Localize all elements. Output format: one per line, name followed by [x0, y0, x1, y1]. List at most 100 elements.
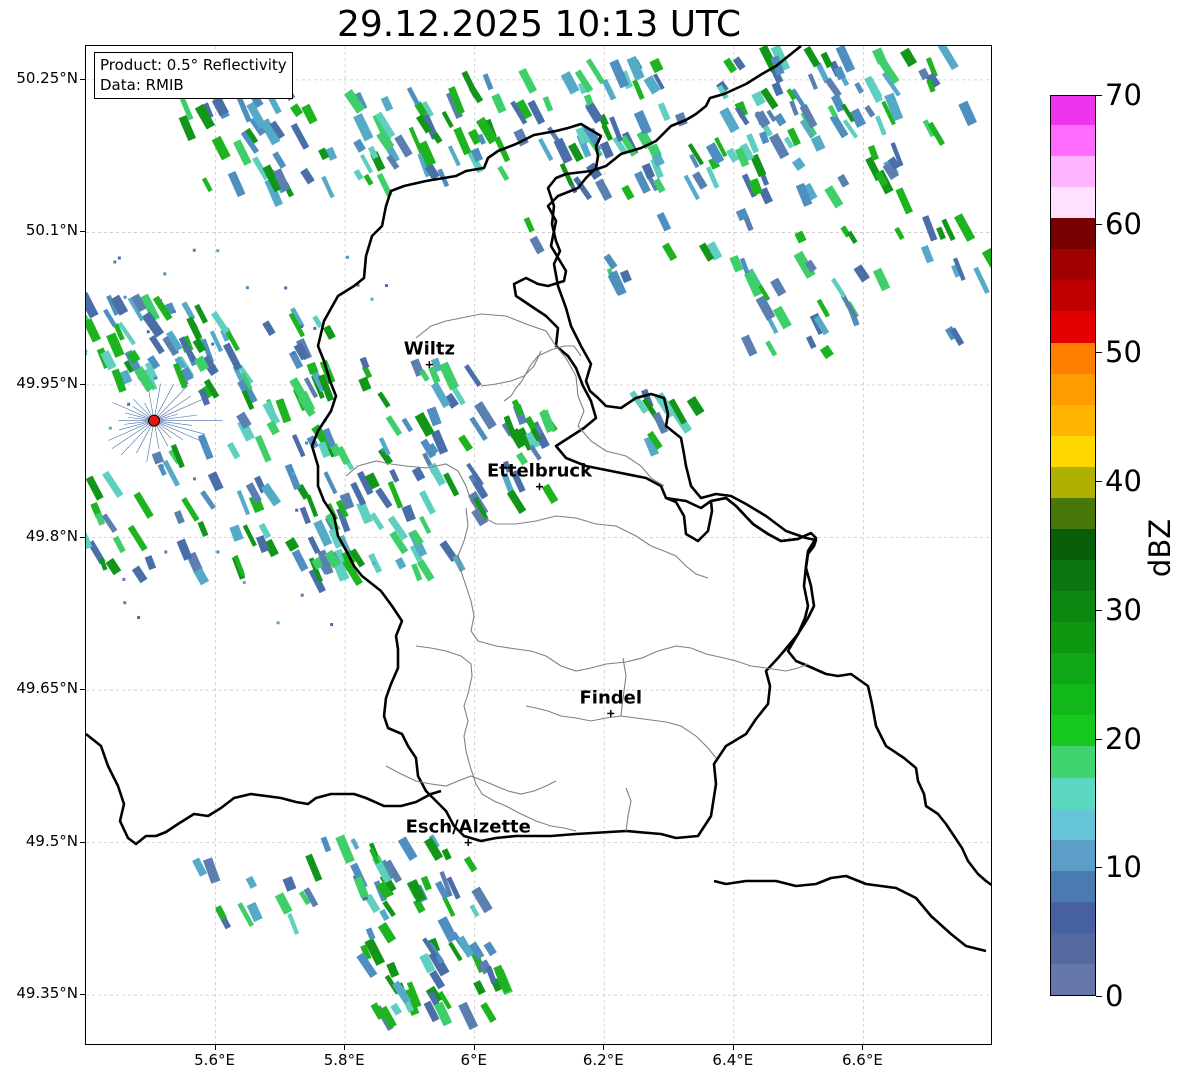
echo-speck — [113, 260, 117, 264]
colorbar-tick-label: 40 — [1105, 464, 1142, 499]
lat-label: 50.25°N — [16, 68, 78, 87]
lon-tick — [214, 1045, 216, 1050]
radar-map[interactable]: Wiltz Ettelbruck Findel Esch/Alzette — [85, 45, 992, 1045]
echo-cell — [772, 305, 792, 330]
echo-speck — [300, 593, 304, 597]
echo-cell — [272, 151, 287, 169]
colorbar-segment — [1051, 528, 1095, 561]
echo-speck — [372, 561, 376, 565]
echo-speck — [122, 577, 126, 581]
echo-cell — [127, 524, 148, 552]
echo-cell — [458, 1001, 479, 1030]
echo-cell — [419, 490, 436, 515]
echo-cell — [810, 135, 826, 152]
echo-cell — [441, 110, 454, 129]
colorbar-tick — [1096, 223, 1102, 225]
echo-cell — [538, 137, 554, 162]
colorbar-segment — [1051, 186, 1095, 219]
echo-cell — [692, 171, 708, 190]
echo-cell — [419, 369, 430, 382]
echo-cell — [375, 487, 393, 509]
city-label: Findel — [579, 687, 642, 708]
echo-cell — [656, 212, 672, 232]
echo-cell — [321, 175, 335, 199]
echo-cell — [920, 244, 934, 264]
echo-cell — [197, 520, 209, 538]
colorbar-segment — [1051, 435, 1095, 467]
echo-cell — [633, 110, 652, 135]
echo-cell — [322, 324, 336, 340]
colorbar-tick — [1096, 352, 1102, 354]
echo-cell — [363, 173, 374, 186]
colorbar-segment — [1051, 901, 1095, 933]
echo-cell — [541, 483, 559, 504]
echo-cell — [242, 524, 257, 547]
echo-cell — [211, 135, 231, 161]
echo-cell — [390, 1002, 403, 1016]
echo-cell — [401, 504, 416, 523]
echo-cell — [447, 145, 461, 167]
echo-cell — [359, 356, 370, 370]
radar-map-canvas: Wiltz Ettelbruck Findel Esch/Alzette — [86, 46, 991, 1044]
echo-speck — [127, 402, 131, 406]
echo-cell — [895, 187, 914, 215]
echo-cell — [937, 46, 959, 71]
echo-cell — [406, 86, 420, 106]
colorbar-title: dBZ — [1143, 518, 1177, 578]
echo-cell — [973, 266, 990, 295]
echo-cell — [301, 103, 318, 125]
echo-cell — [353, 113, 374, 142]
echo-cell — [211, 311, 230, 335]
echo-cell — [864, 105, 876, 118]
echo-speck — [153, 376, 157, 380]
colorbar-segment — [1051, 155, 1095, 188]
echo-speck — [313, 326, 317, 330]
echo-cell — [418, 515, 432, 535]
echo-cell — [423, 837, 444, 861]
echo-cell — [105, 557, 122, 576]
echo-cell — [385, 415, 403, 437]
echo-cell — [186, 316, 203, 340]
echo-cell — [226, 442, 241, 460]
echo-cell — [194, 303, 208, 324]
lon-label: 6°E — [460, 1051, 487, 1069]
echo-cell — [461, 70, 479, 99]
colorbar-segment — [1051, 652, 1095, 685]
echo-cell — [585, 58, 606, 85]
radar-clutter-ray — [153, 395, 191, 421]
colorbar-tick-label: 30 — [1105, 592, 1142, 627]
echo-cell — [830, 277, 847, 299]
colorbar-segment — [1051, 248, 1095, 281]
echo-speck — [300, 324, 304, 328]
echo-cell — [441, 848, 452, 861]
colorbar-segment — [1051, 341, 1095, 374]
echo-cell — [215, 905, 228, 921]
colorbar-segment — [1051, 621, 1095, 654]
echo-cell — [820, 51, 833, 69]
echo-cell — [320, 836, 332, 853]
echo-cell — [705, 166, 720, 189]
echo-cell — [819, 344, 834, 360]
colorbar-tick-label: 60 — [1105, 206, 1142, 241]
borders — [86, 46, 991, 953]
lon-label: 5.8°E — [323, 1051, 365, 1069]
echo-cell — [133, 491, 154, 519]
echo-speck — [381, 448, 385, 452]
echo-cell — [299, 506, 311, 525]
echo-cell — [829, 113, 849, 139]
city-marker: Ettelbruck — [487, 461, 593, 491]
country-border-east — [546, 46, 991, 887]
echo-cell — [370, 512, 385, 531]
colorbar-tick — [1096, 481, 1102, 483]
lon-label: 6.2°E — [582, 1051, 624, 1069]
radar-site-icon — [148, 414, 161, 427]
colorbar-segment — [1051, 714, 1095, 747]
echo-cell — [86, 332, 88, 358]
lon-label: 6.4°E — [712, 1051, 754, 1069]
city-label: Esch/Alzette — [406, 817, 531, 838]
lat-lon-grid — [86, 46, 991, 1044]
echo-speck — [330, 623, 334, 627]
echo-cell — [840, 294, 858, 319]
city-label: Ettelbruck — [487, 461, 593, 482]
country-border-luxembourg — [310, 122, 818, 843]
